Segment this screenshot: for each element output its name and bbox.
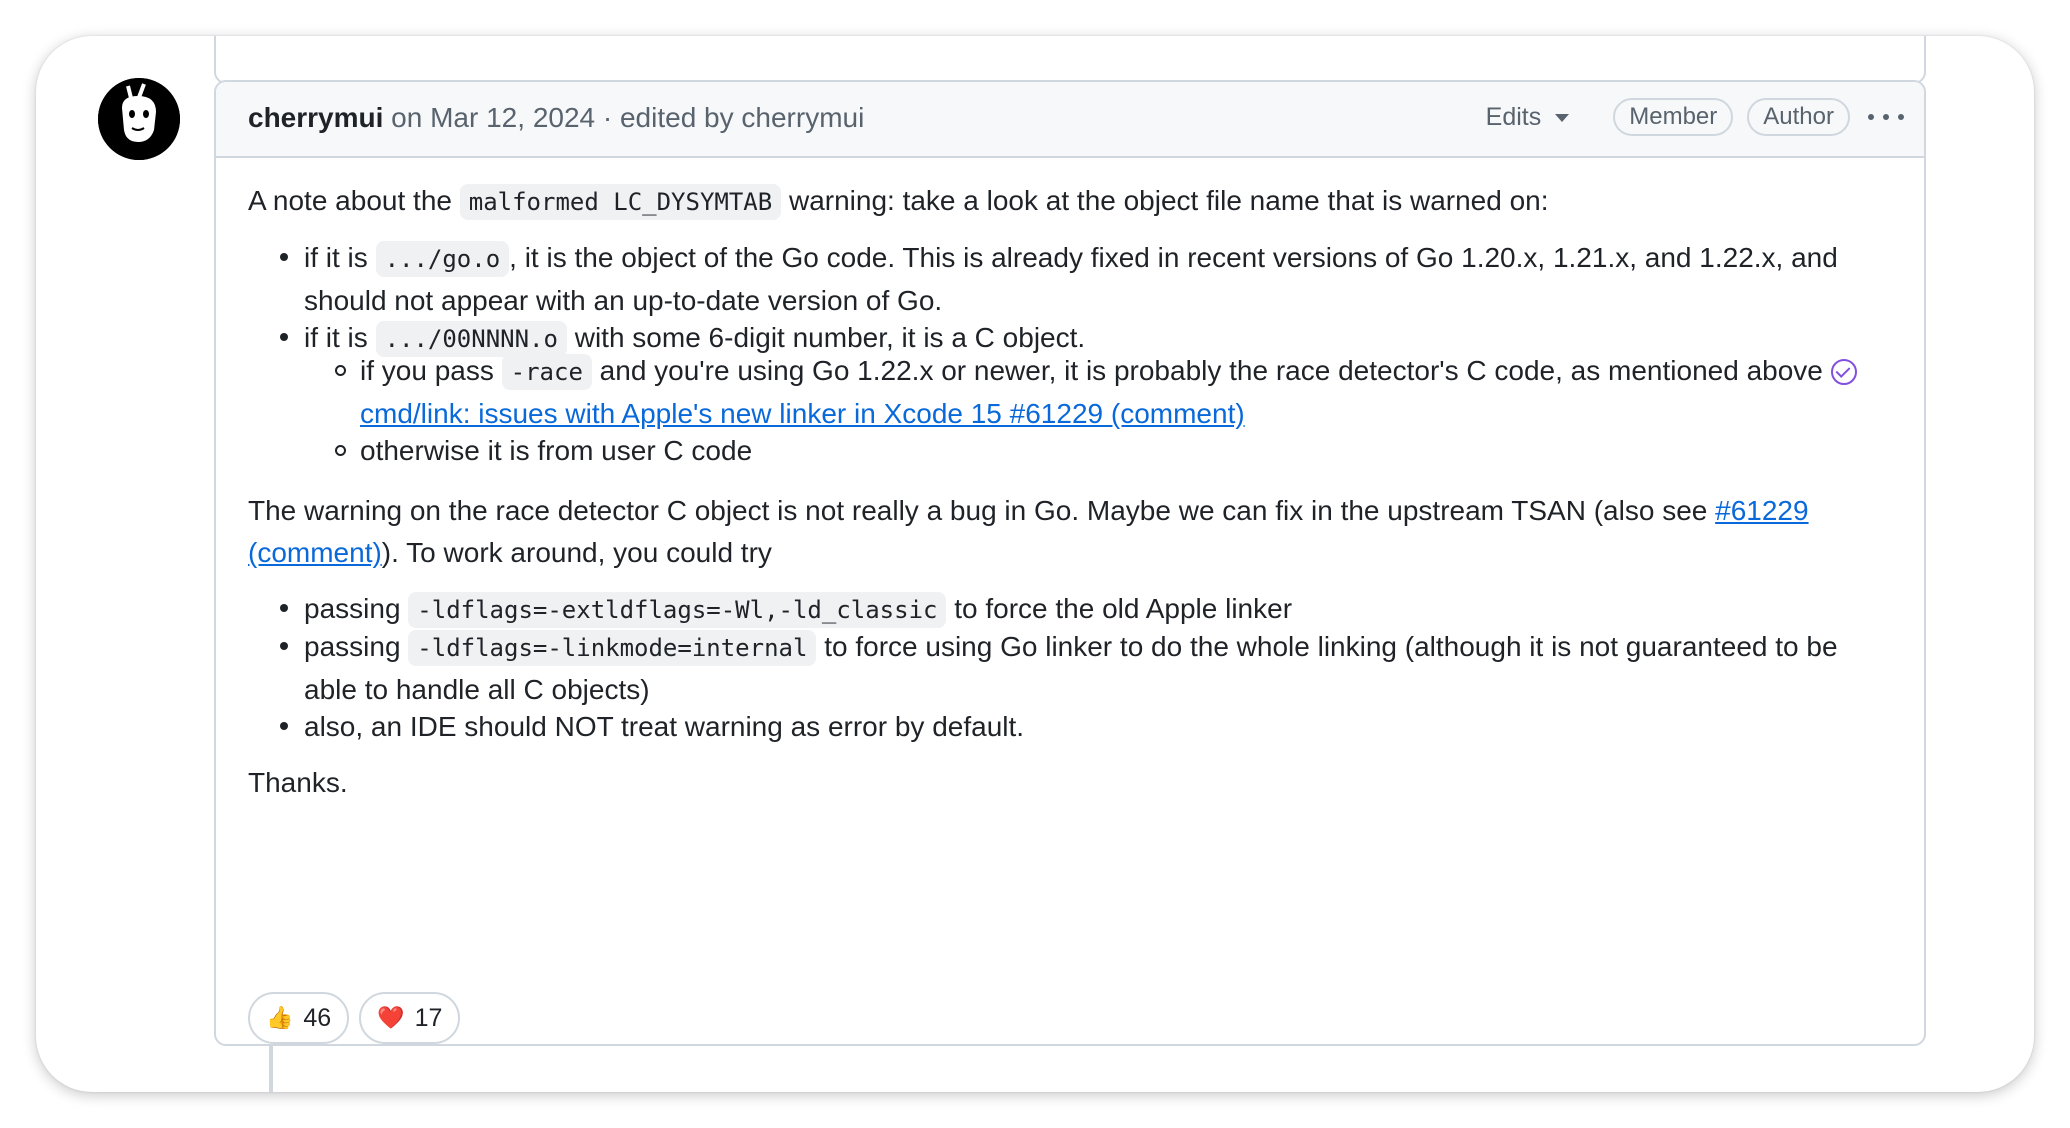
- list-item: passing -ldflags=-extldflags=-Wl,-ld_cla…: [248, 588, 1892, 631]
- comment-timestamp[interactable]: on Mar 12, 2024 · edited by cherrymui: [383, 102, 864, 133]
- text: A note about the: [248, 185, 460, 216]
- reaction-count: 17: [414, 1003, 443, 1032]
- comment-header: cherrymui on Mar 12, 2024 · edited by ch…: [216, 82, 1924, 158]
- comment-card: cherrymui on Mar 12, 2024 · edited by ch…: [214, 80, 1926, 1046]
- text: if you pass: [360, 355, 502, 386]
- issue-closed-icon: [1830, 359, 1857, 385]
- edits-label: Edits: [1485, 102, 1542, 131]
- heart-icon: ❤️: [377, 1005, 405, 1030]
- inline-code: malformed LC_DYSYMTAB: [459, 184, 782, 220]
- inline-code: -race: [501, 354, 592, 390]
- inline-code: -ldflags=-extldflags=-Wl,-ld_classic: [408, 592, 947, 628]
- reaction-thumbs-up-button[interactable]: 👍 46: [248, 992, 350, 1044]
- text: to force the old Apple linker: [946, 593, 1293, 624]
- paragraph-intro: A note about the malformed LC_DYSYMTAB w…: [248, 180, 1892, 223]
- text: passing: [304, 631, 409, 662]
- list-item: passing -ldflags=-linkmode=internal to f…: [248, 626, 1892, 711]
- text: with some 6-digit number, it is a C obje…: [566, 322, 1086, 353]
- avatar[interactable]: [98, 78, 180, 160]
- previous-comment-card: [214, 36, 1926, 84]
- list-item: if it is .../00NNNN.o with some 6-digit …: [248, 317, 1892, 472]
- sub-list: if you pass -race and you're using Go 1.…: [304, 350, 1892, 472]
- member-badge: Member: [1613, 98, 1734, 136]
- list-item: otherwise it is from user C code: [304, 430, 1892, 472]
- inline-code: .../go.o: [375, 241, 510, 277]
- object-list: if it is .../go.o, it is the object of t…: [248, 237, 1892, 472]
- reactions-bar: 👍 46 ❤️ 17: [248, 992, 470, 1044]
- paragraph-warning: The warning on the race detector C objec…: [248, 490, 1892, 574]
- text: passing: [304, 593, 409, 624]
- workaround-list: passing -ldflags=-extldflags=-Wl,-ld_cla…: [248, 588, 1892, 748]
- text: otherwise it is from user C code: [360, 435, 753, 466]
- text: The warning on the race detector C objec…: [248, 495, 1716, 526]
- comment-body: A note about the malformed LC_DYSYMTAB w…: [216, 180, 1924, 804]
- reaction-heart-button[interactable]: ❤️ 17: [359, 992, 461, 1044]
- list-item: if it is .../go.o, it is the object of t…: [248, 237, 1892, 322]
- text: if it is: [304, 322, 376, 353]
- comment-meta: cherrymui on Mar 12, 2024 · edited by ch…: [248, 102, 864, 134]
- reaction-count: 46: [303, 1003, 332, 1032]
- list-item: also, an IDE should NOT treat warning as…: [248, 706, 1892, 748]
- text: warning: take a look at the object file …: [781, 185, 1549, 216]
- text: and you're using Go 1.22.x or newer, it …: [591, 355, 1831, 386]
- text: , it is the object of the Go code. This …: [304, 242, 1838, 316]
- text: also, an IDE should NOT treat warning as…: [304, 711, 1025, 742]
- thumbs-up-icon: 👍: [266, 1005, 294, 1030]
- edits-dropdown[interactable]: Edits: [1486, 103, 1570, 132]
- caret-down-icon: [1555, 114, 1570, 122]
- screenshot-frame: cherrymui on Mar 12, 2024 · edited by ch…: [36, 36, 2034, 1092]
- inline-code: -ldflags=-linkmode=internal: [408, 630, 817, 666]
- timeline-line-bottom: [269, 1042, 273, 1092]
- text: ). To work around, you could try: [381, 537, 772, 568]
- issue-link[interactable]: cmd/link: issues with Apple's new linker…: [360, 398, 1245, 429]
- list-item: if you pass -race and you're using Go 1.…: [304, 350, 1892, 435]
- text: if it is: [304, 242, 376, 273]
- paragraph-thanks: Thanks.: [248, 767, 348, 798]
- comment-header-actions: Edits Member Author: [1486, 98, 1904, 136]
- author-link[interactable]: cherrymui: [248, 102, 383, 133]
- author-badge: Author: [1747, 98, 1850, 136]
- avatar-image: [98, 78, 180, 160]
- kebab-icon[interactable]: [1868, 114, 1904, 120]
